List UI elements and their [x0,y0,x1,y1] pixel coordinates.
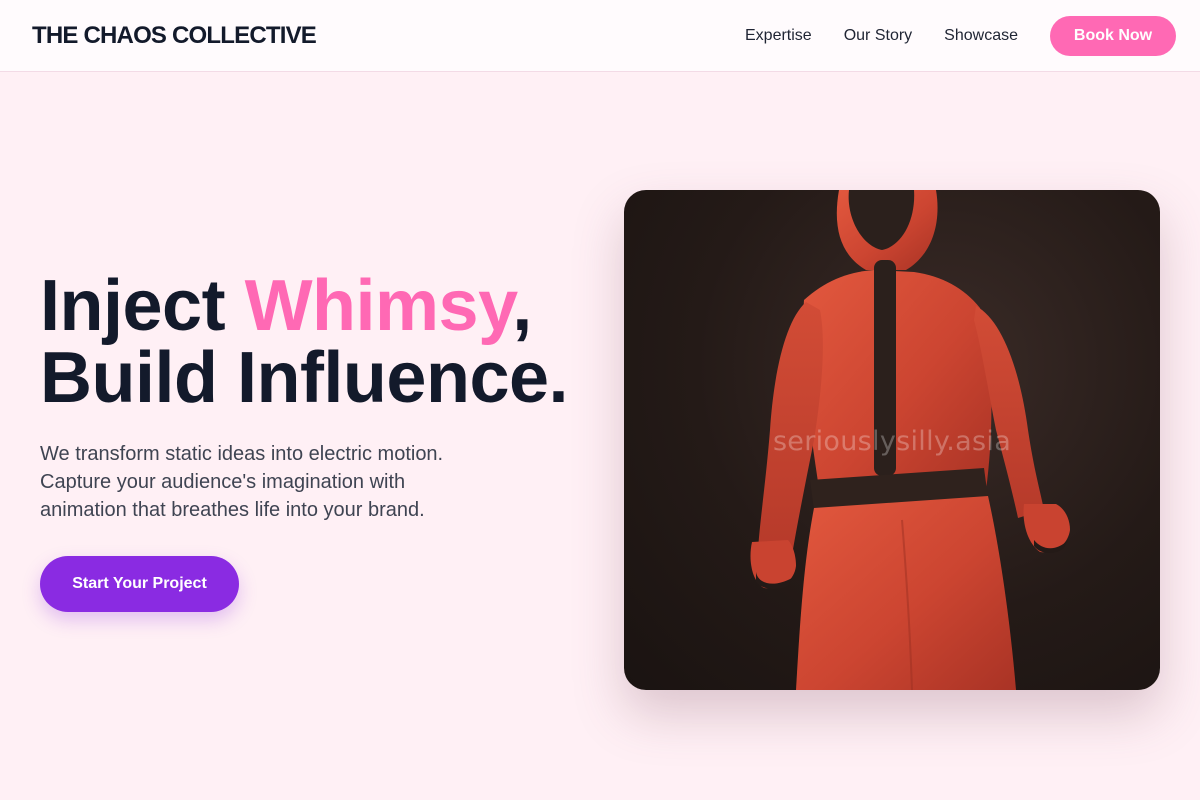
headline-part2: , [512,266,532,346]
nav-link-expertise[interactable]: Expertise [745,27,812,45]
hero-headline: Inject Whimsy, Build Influence. [40,270,600,414]
brand-logo[interactable]: THE CHAOS COLLECTIVE [32,22,317,50]
site-header: THE CHAOS COLLECTIVE Expertise Our Story… [0,0,1200,72]
hero-text: Inject Whimsy, Build Influence. We trans… [40,270,600,612]
hero-subtext: We transform static ideas into electric … [40,443,444,521]
headline-part1: Inject [40,266,245,346]
headline-line2: Build Influence. [40,338,569,418]
start-project-button[interactable]: Start Your Project [40,556,239,612]
nav-link-showcase[interactable]: Showcase [944,27,1018,45]
book-now-button[interactable]: Book Now [1050,15,1176,56]
main-nav: Expertise Our Story Showcase Book Now [745,15,1176,56]
nav-link-our-story[interactable]: Our Story [844,27,912,45]
hero-image: seriouslysilly.asia [624,190,1160,690]
headline-accent: Whimsy [244,266,513,346]
image-watermark: seriouslysilly.asia [772,426,1012,457]
